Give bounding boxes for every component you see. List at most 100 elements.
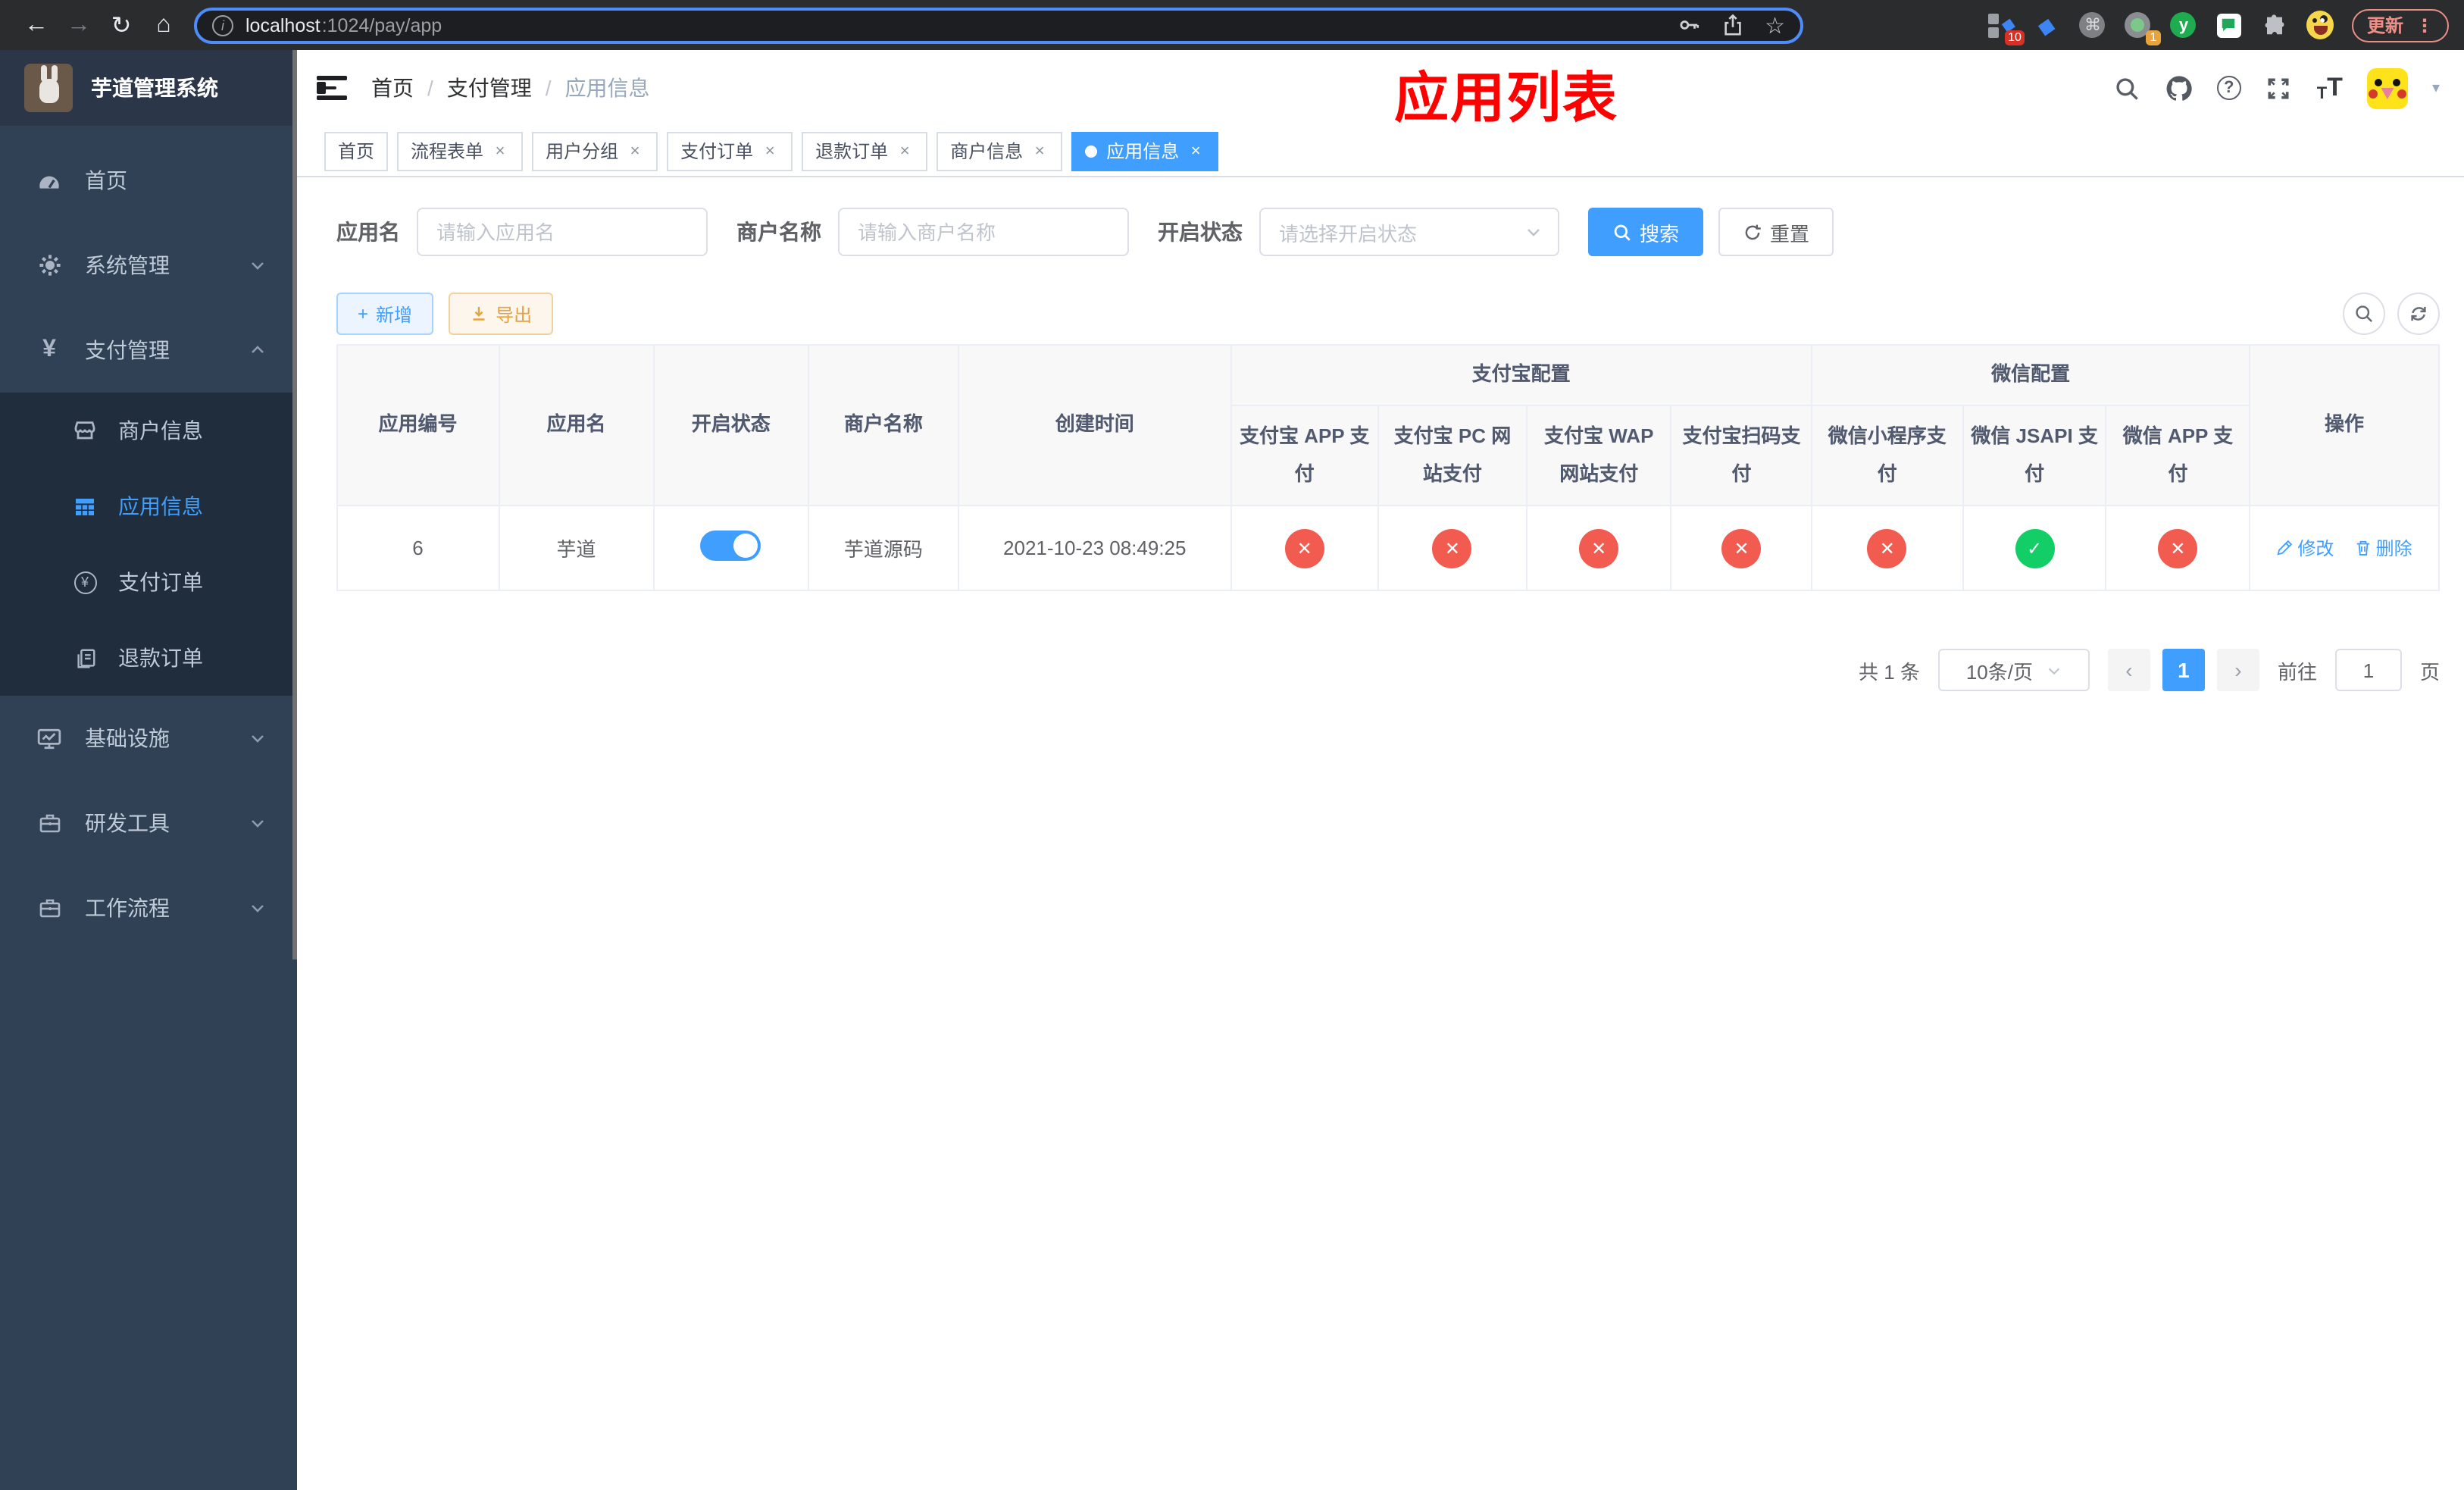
col-header-wx-jsapi: 微信 JSAPI 支付 xyxy=(1962,405,2107,506)
browser-update-button[interactable]: 更新 ⋮ xyxy=(2351,8,2449,42)
url-host: localhost xyxy=(245,14,321,36)
tab-user-group[interactable]: 用户分组 × xyxy=(532,131,658,171)
cell-merchant: 芋道源码 xyxy=(807,505,960,591)
sidebar-item-home[interactable]: 首页 xyxy=(0,138,297,223)
sidebar-item-infrastructure[interactable]: 基础设施 xyxy=(0,696,297,781)
extension-chat-icon[interactable] xyxy=(2215,11,2243,39)
sidebar-item-payment[interactable]: ¥ 支付管理 xyxy=(0,308,297,393)
col-header-app-id: 应用编号 xyxy=(336,344,499,506)
browser-reload-icon[interactable]: ↻ xyxy=(100,4,142,46)
add-button[interactable]: + 新增 xyxy=(336,293,434,335)
sidebar-scrollbar[interactable] xyxy=(292,50,297,959)
col-header-wx-app: 微信 APP 支付 xyxy=(2105,405,2251,506)
breadcrumb-home[interactable]: 首页 xyxy=(371,73,414,103)
merchant-name-input[interactable] xyxy=(838,208,1129,256)
chevron-down-icon xyxy=(249,729,267,747)
col-header-alipay-app: 支付宝 APP 支付 xyxy=(1230,405,1380,506)
delete-link[interactable]: 删除 xyxy=(2355,535,2412,561)
avatar-caret-icon[interactable]: ▾ xyxy=(2432,80,2440,96)
col-header-app-name: 应用名 xyxy=(498,344,655,506)
extension-kite-icon[interactable]: ◆ xyxy=(2034,11,2061,39)
app-name-input[interactable] xyxy=(417,208,708,256)
page-unit-label: 页 xyxy=(2419,660,2440,683)
extension-blocks-icon[interactable]: ◆ 10 xyxy=(1987,11,2025,45)
search-icon[interactable] xyxy=(2114,74,2141,102)
user-avatar[interactable] xyxy=(2366,67,2408,108)
saved-passwords-key-icon[interactable] xyxy=(1677,14,1699,36)
payment-submenu: 商户信息 应用信息 ¥ 支付订单 退款订单 xyxy=(0,393,297,696)
trash-icon xyxy=(2356,540,2369,556)
navbar-actions: ? TT ▾ xyxy=(2114,67,2440,108)
search-button[interactable]: 搜索 xyxy=(1588,208,1704,256)
extension-command-icon[interactable]: ⌘ xyxy=(2079,11,2106,39)
extensions-puzzle-icon[interactable] xyxy=(2261,11,2288,39)
sidebar-item-pay-order[interactable]: ¥ 支付订单 xyxy=(0,544,297,620)
cell-wx-mini xyxy=(1811,505,1964,591)
status-select[interactable]: 请选择开启状态 xyxy=(1259,208,1559,256)
address-bar[interactable]: i localhost:1024/pay/app ☆ xyxy=(194,7,1803,43)
col-header-status: 开启状态 xyxy=(653,344,809,506)
page-size-select[interactable]: 10条/页 xyxy=(1937,649,2090,691)
sidebar-collapse-icon[interactable] xyxy=(317,76,347,100)
fullscreen-icon[interactable] xyxy=(2265,74,2293,102)
extension-badge: 1 xyxy=(2145,30,2161,45)
reset-button[interactable]: 重置 xyxy=(1718,208,1834,256)
sidebar-item-system[interactable]: 系统管理 xyxy=(0,223,297,308)
help-icon[interactable]: ? xyxy=(2216,76,2241,100)
close-icon[interactable]: × xyxy=(896,142,914,160)
sidebar-item-refund-order[interactable]: 退款订单 xyxy=(0,620,297,696)
sidebar-item-workflow[interactable]: 工作流程 xyxy=(0,866,297,950)
cell-alipay-pc xyxy=(1377,505,1527,591)
goto-page-input[interactable] xyxy=(2334,649,2402,691)
chevron-down-icon xyxy=(2047,667,2059,675)
close-icon[interactable]: × xyxy=(491,142,509,160)
status-cross-icon xyxy=(1721,528,1762,568)
documents-icon xyxy=(73,646,97,670)
browser-back-icon[interactable]: ← xyxy=(15,4,58,46)
extension-yuque-icon[interactable]: y xyxy=(2170,11,2197,39)
tab-app-info[interactable]: 应用信息 × xyxy=(1071,131,1219,171)
github-icon[interactable] xyxy=(2165,74,2193,102)
status-cross-icon xyxy=(1432,528,1472,568)
browser-forward-icon[interactable]: → xyxy=(58,4,100,46)
export-button[interactable]: 导出 xyxy=(449,293,554,335)
chevron-down-icon xyxy=(249,899,267,917)
close-icon[interactable]: × xyxy=(1030,142,1049,160)
status-cross-icon xyxy=(2158,528,2198,568)
share-icon[interactable] xyxy=(1721,14,1743,36)
sidebar-logo[interactable]: 芋道管理系统 xyxy=(0,50,297,126)
prev-page-button[interactable]: ‹ xyxy=(2107,649,2150,691)
total-count: 共 1 条 xyxy=(1859,660,1920,683)
current-page-button[interactable]: 1 xyxy=(2162,649,2205,691)
sidebar-item-merchant-info[interactable]: 商户信息 xyxy=(0,393,297,468)
browser-menu-kebab-icon[interactable]: ⋮ xyxy=(2416,14,2434,36)
status-toggle[interactable] xyxy=(700,531,761,561)
sidebar-item-app-info[interactable]: 应用信息 xyxy=(0,468,297,544)
cell-alipay-app xyxy=(1230,505,1380,591)
bookmark-star-icon[interactable]: ☆ xyxy=(1765,11,1785,39)
font-size-icon[interactable]: TT xyxy=(2317,73,2343,103)
browser-home-icon[interactable]: ⌂ xyxy=(142,4,185,46)
screen: ← → ↻ ⌂ i localhost:1024/pay/app ☆ ◆ 10 xyxy=(0,0,2464,1490)
filter-form: 应用名 商户名称 开启状态 请选择开启状态 xyxy=(336,208,2440,256)
toolbox-icon xyxy=(36,810,62,836)
close-icon[interactable]: × xyxy=(761,142,779,160)
next-page-button[interactable]: › xyxy=(2216,649,2259,691)
site-info-icon[interactable]: i xyxy=(212,14,233,36)
extension-recorder-icon[interactable]: 1 xyxy=(2125,11,2161,45)
extension-badge: 10 xyxy=(2005,30,2025,45)
close-icon[interactable]: × xyxy=(1187,142,1205,160)
tab-pay-order[interactable]: 支付订单 × xyxy=(667,131,793,171)
col-header-alipay-wap: 支付宝 WAP 网站支付 xyxy=(1525,405,1672,506)
tab-process-form[interactable]: 流程表单 × xyxy=(397,131,524,171)
breadcrumb-payment[interactable]: 支付管理 xyxy=(447,73,532,103)
sidebar-item-dev-tools[interactable]: 研发工具 xyxy=(0,781,297,866)
tab-merchant-info[interactable]: 商户信息 × xyxy=(937,131,1063,171)
tab-home[interactable]: 首页 xyxy=(324,131,389,171)
edit-link[interactable]: 修改 xyxy=(2276,535,2334,561)
search-toggle-button[interactable] xyxy=(2343,293,2385,335)
tab-refund-order[interactable]: 退款订单 × xyxy=(802,131,928,171)
refresh-button[interactable] xyxy=(2397,293,2440,335)
profile-avatar[interactable] xyxy=(2306,11,2334,39)
close-icon[interactable]: × xyxy=(626,142,644,160)
